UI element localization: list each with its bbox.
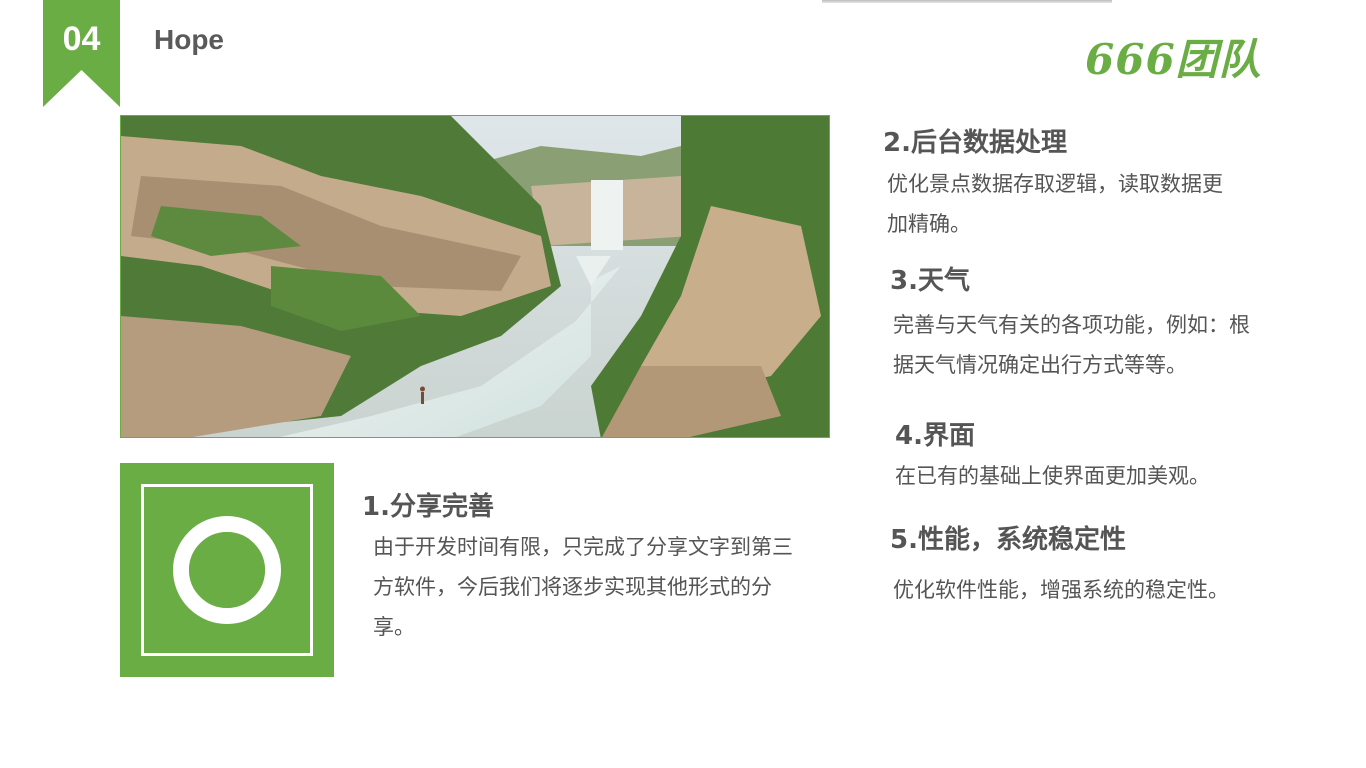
item-3-title: 3.天气 bbox=[890, 266, 970, 296]
item-4-title: 4.界面 bbox=[895, 421, 975, 451]
item-1-body: 由于开发时间有限，只完成了分享文字到第三方软件，今后我们将逐步实现其他形式的分享… bbox=[373, 535, 793, 639]
item-1-title: 1.分享完善 bbox=[362, 492, 494, 522]
item-2-body: 优化景点数据存取逻辑，读取数据更加精确。 bbox=[887, 172, 1223, 236]
lifebuoy-icon bbox=[173, 516, 281, 624]
waterfall-photo bbox=[120, 115, 830, 438]
team-logo: 666团队 bbox=[1085, 35, 1262, 84]
item-4-body: 在已有的基础上使界面更加美观。 bbox=[895, 464, 1210, 488]
top-shadow-bar bbox=[822, 0, 1112, 3]
item-3-body: 完善与天气有关的各项功能，例如：根据天气情况确定出行方式等等。 bbox=[893, 313, 1250, 377]
section-number: 04 bbox=[62, 20, 101, 58]
section-title: Hope bbox=[154, 24, 224, 55]
item-5-body: 优化软件性能，增强系统的稳定性。 bbox=[893, 578, 1229, 602]
icon-frame bbox=[141, 484, 313, 656]
item-5-title: 5.性能，系统稳定性 bbox=[890, 525, 1126, 555]
item-2-title: 2.后台数据处理 bbox=[883, 128, 1067, 158]
feature-icon-tile bbox=[120, 463, 334, 677]
